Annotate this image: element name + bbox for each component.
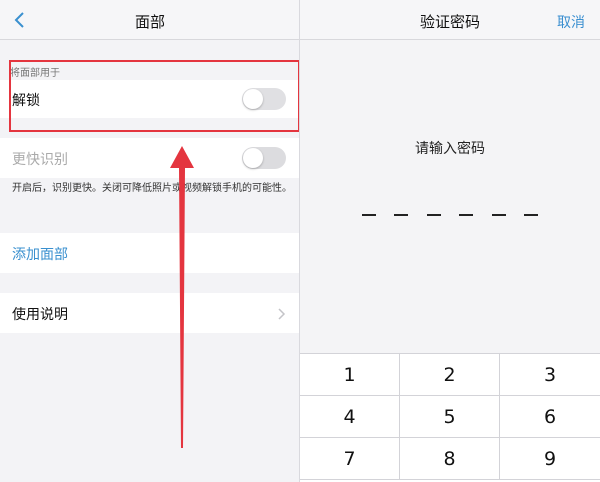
face-settings-panel: 面部 将面部用于 解锁 更快识别 开启后，识别更快。关闭可降低照片或视频解锁手机…: [0, 0, 300, 482]
passcode-digit-slot: [523, 214, 538, 216]
faster-recognition-label: 更快识别: [12, 152, 68, 168]
passcode-title: 验证密码: [419, 13, 480, 31]
passcode-digit-slot: [394, 214, 409, 216]
red-arrow-annotation: [170, 146, 194, 448]
faster-recognition-description: 开启后，识别更快。关闭可降低照片或视频解锁手机的可能性。: [12, 183, 292, 194]
key-1[interactable]: 1: [300, 354, 400, 396]
key-6[interactable]: 6: [500, 396, 600, 438]
instructions-cell[interactable]: 使用说明: [0, 293, 300, 333]
chevron-right-icon: [278, 308, 286, 320]
passcode-digit-slot: [426, 214, 441, 216]
passcode-entry[interactable]: [362, 214, 538, 218]
passcode-digit-slot: [491, 214, 506, 216]
verify-passcode-panel: 验证密码 取消 请输入密码 1 2 3 4 5 6 7 8 9: [300, 0, 600, 482]
key-2[interactable]: 2: [400, 354, 500, 396]
faster-recognition-toggle[interactable]: [242, 147, 286, 169]
add-face-link[interactable]: 添加面部: [12, 244, 68, 264]
numeric-keypad: 1 2 3 4 5 6 7 8 9: [300, 353, 600, 482]
passcode-prompt: 请输入密码: [415, 141, 485, 157]
key-7[interactable]: 7: [300, 438, 400, 480]
page-title: 面部: [134, 13, 165, 31]
key-5[interactable]: 5: [400, 396, 500, 438]
highlight-box: [9, 60, 300, 132]
cancel-button[interactable]: 取消: [557, 12, 585, 32]
passcode-digit-slot: [362, 214, 376, 216]
passcode-digit-slot: [459, 214, 474, 216]
add-face-cell[interactable]: 添加面部: [0, 233, 300, 273]
face-settings-navbar: 面部: [0, 0, 300, 40]
faster-recognition-toggle-knob: [243, 148, 263, 168]
verify-passcode-navbar: 验证密码 取消: [300, 0, 600, 40]
key-9[interactable]: 9: [500, 438, 600, 480]
key-8[interactable]: 8: [400, 438, 500, 480]
faster-recognition-cell: 更快识别: [0, 138, 300, 178]
instructions-label: 使用说明: [12, 307, 68, 323]
key-4[interactable]: 4: [300, 396, 400, 438]
key-3[interactable]: 3: [500, 354, 600, 396]
